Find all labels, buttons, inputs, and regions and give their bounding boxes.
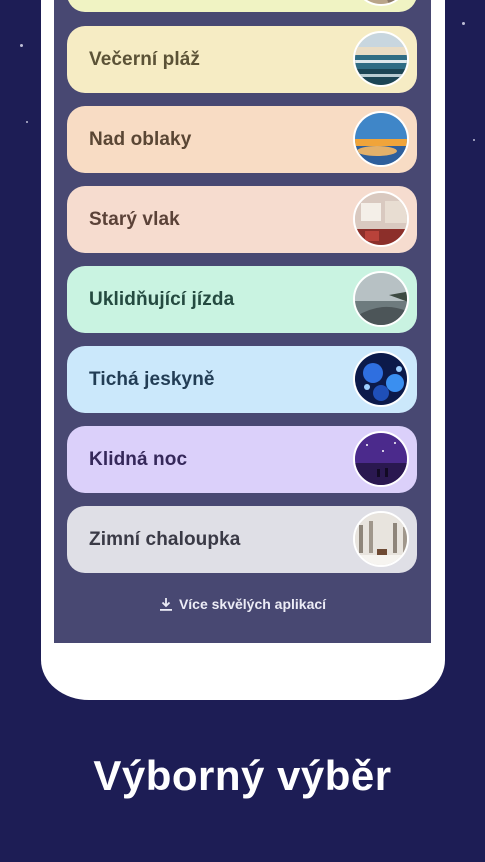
evening-beach-thumbnail bbox=[353, 31, 409, 87]
sound-card-above-clouds[interactable]: Nad oblaky bbox=[67, 106, 417, 173]
winter-cottage-thumbnail bbox=[353, 511, 409, 567]
sound-card-top[interactable] bbox=[67, 0, 417, 12]
sound-card-old-train[interactable]: Starý vlak bbox=[67, 186, 417, 253]
sound-card-label: Nad oblaky bbox=[89, 128, 192, 150]
promo-headline: Výborný výběr bbox=[93, 752, 392, 799]
old-train-thumbnail bbox=[353, 191, 409, 247]
sound-card-label: Tichá jeskyně bbox=[89, 368, 215, 390]
star bbox=[26, 121, 28, 123]
sound-card-calming-ride[interactable]: Uklidňující jízda bbox=[67, 266, 417, 333]
sound-card-calm-night[interactable]: Klidná noc bbox=[67, 426, 417, 493]
more-apps-link[interactable]: Více skvělých aplikací bbox=[0, 596, 485, 612]
sound-card-winter-cottage[interactable]: Zimní chaloupka bbox=[67, 506, 417, 573]
above-clouds-thumbnail bbox=[353, 111, 409, 167]
sound-card-evening-beach[interactable]: Večerní pláž bbox=[67, 26, 417, 93]
sound-card-label: Uklidňující jízda bbox=[89, 288, 235, 310]
more-apps-label: Více skvělých aplikací bbox=[178, 596, 327, 612]
download-icon bbox=[159, 598, 172, 611]
top-partial-thumbnail bbox=[353, 0, 409, 6]
star bbox=[20, 44, 23, 47]
sound-card-label: Večerní pláž bbox=[89, 48, 201, 70]
quiet-cave-thumbnail bbox=[353, 351, 409, 407]
calm-night-thumbnail bbox=[353, 431, 409, 487]
star bbox=[473, 139, 475, 141]
sound-card-label: Starý vlak bbox=[89, 208, 180, 230]
sound-card-quiet-cave[interactable]: Tichá jeskyně bbox=[67, 346, 417, 413]
calming-ride-thumbnail bbox=[353, 271, 409, 327]
sound-card-label: Zimní chaloupka bbox=[89, 528, 241, 550]
star bbox=[462, 22, 465, 25]
sound-card-label: Klidná noc bbox=[89, 448, 188, 470]
